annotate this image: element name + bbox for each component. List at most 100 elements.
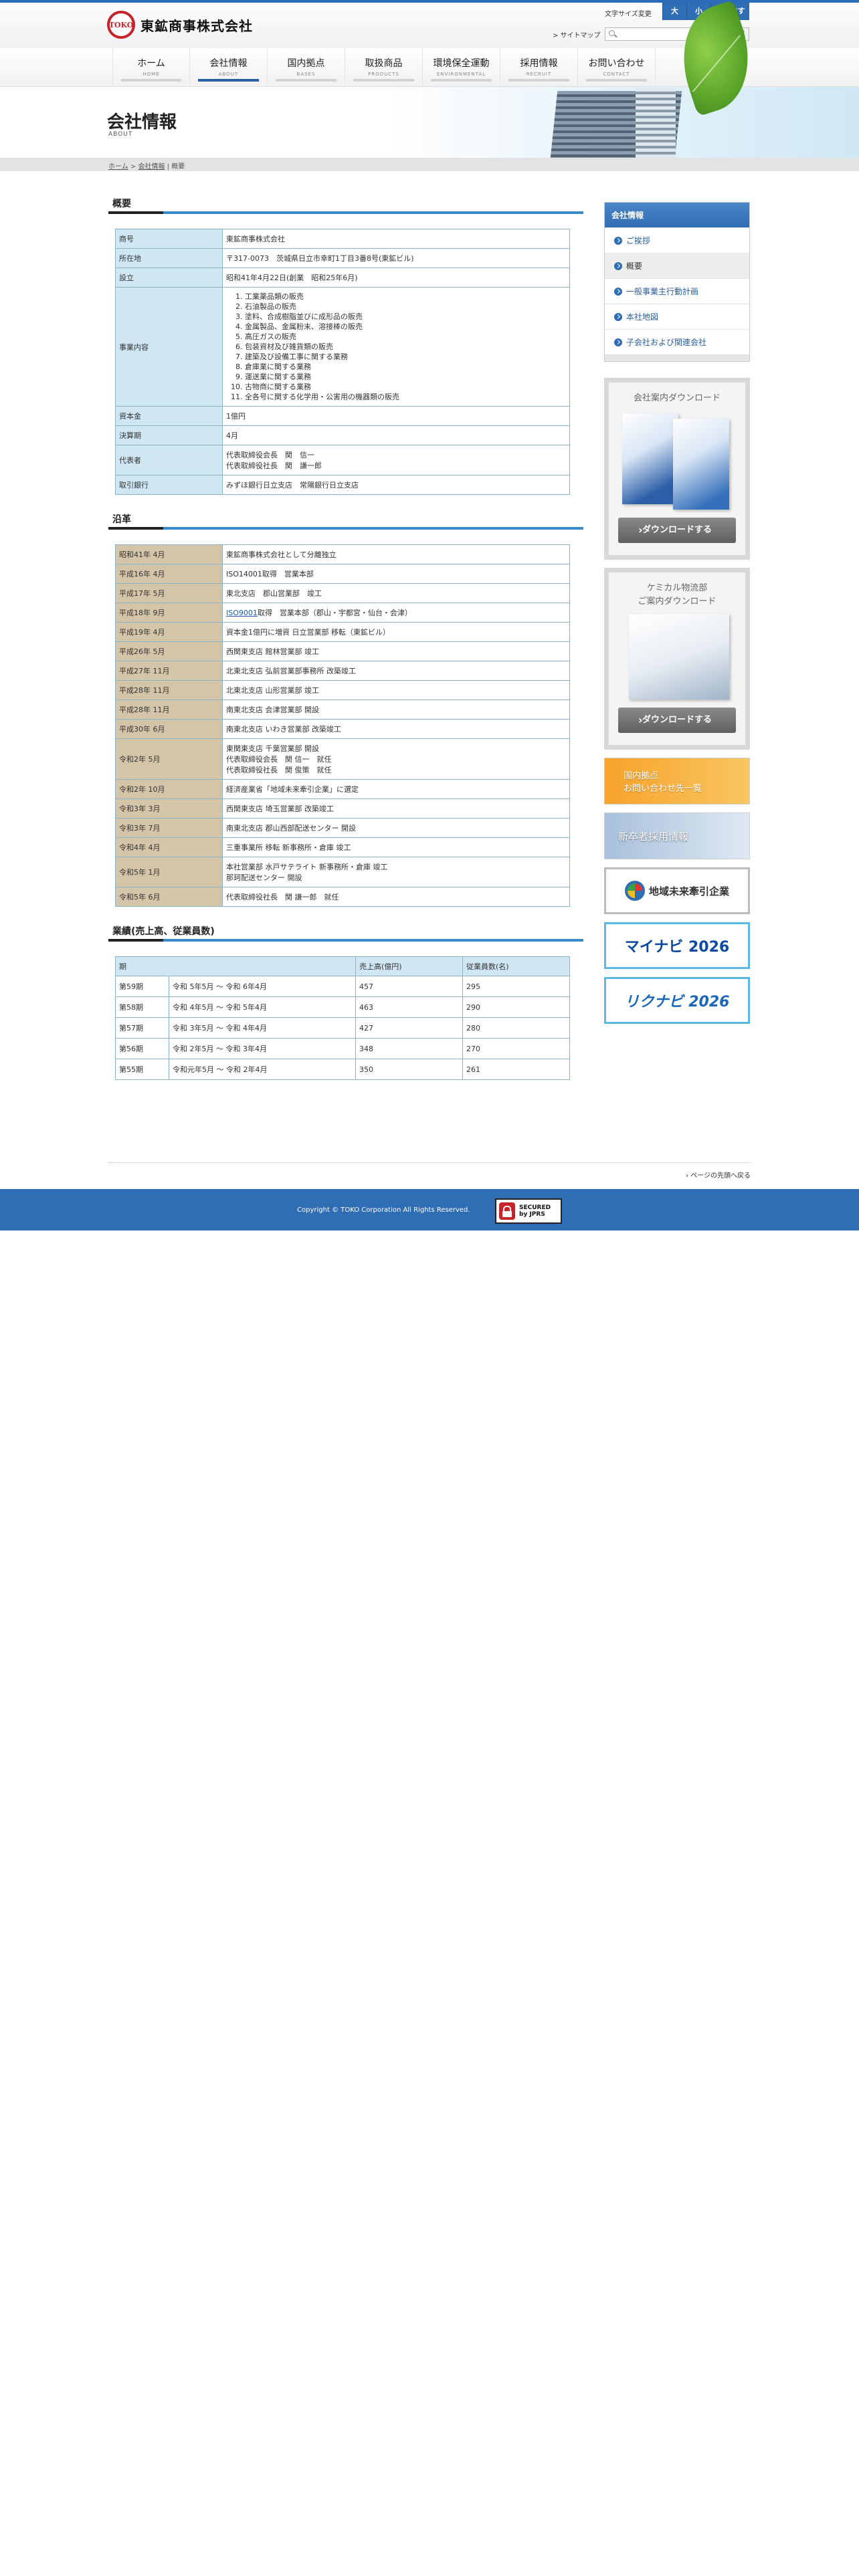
banner-text: リクナビ 2026 xyxy=(624,994,730,1010)
page-top-bar: › ページの先頭へ戻る xyxy=(108,1162,751,1180)
sidebar-item-overview[interactable]: 概要 xyxy=(605,253,749,278)
banner-text: 地域未来牽引企業 xyxy=(648,885,729,897)
row-label: 資本金 xyxy=(115,406,223,426)
row-value: 代表取締役会長 関 信一 代表取締役社長 関 謙一郎 xyxy=(222,445,570,475)
results-period: 令和 4年5月 ～ 令和 5年4月 xyxy=(169,996,356,1018)
nav-sublabel: ABOUT xyxy=(218,72,239,77)
nav-label: 国内拠点 xyxy=(287,58,325,69)
sidebar-item-greeting[interactable]: ご挨拶 xyxy=(605,227,749,253)
history-event: 南東北支店 郡山西部配送センター 開設 xyxy=(222,818,570,838)
ssl-line: by JPRS xyxy=(519,1211,545,1218)
sidebar-item-label: 一般事業主行動計画 xyxy=(626,287,699,296)
table-row: 第59期 令和 5年5月 ～ 令和 6年4月 457 295 xyxy=(115,976,570,997)
history-date: 令和3年 7月 xyxy=(115,818,223,838)
history-date: 平成28年 11月 xyxy=(115,700,223,720)
iso9001-link[interactable]: ISO9001 xyxy=(226,609,258,617)
table-row: 第57期 令和 3年5月 ～ 令和 4年4月 427 280 xyxy=(115,1017,570,1039)
history-event: 北東北支店 山形営業部 竣工 xyxy=(222,680,570,700)
results-period: 令和 2年5月 ～ 令和 3年4月 xyxy=(169,1038,356,1059)
breadcrumb-about[interactable]: 会社情報 xyxy=(138,163,165,171)
table-row: 令和5年 6月 代表取締役社長 関 謙一郎 就任 xyxy=(115,887,570,907)
row-value: 昭和41年4月22日(創業 昭和25年6月) xyxy=(222,267,570,288)
table-row: 設立 昭和41年4月22日(創業 昭和25年6月) xyxy=(115,267,570,288)
row-label: 代表者 xyxy=(115,445,223,475)
font-large-button[interactable]: 大 xyxy=(662,3,686,20)
sidebar-item-label: 子会社および関連会社 xyxy=(626,338,707,347)
banner-text: マイナビ 2026 xyxy=(624,939,730,956)
col-header: 従業員数(名) xyxy=(462,956,570,976)
breadcrumb-home[interactable]: ホーム xyxy=(108,163,128,171)
nav-label: 取扱商品 xyxy=(365,58,403,69)
building-image-2 xyxy=(636,88,676,158)
history-date: 平成28年 11月 xyxy=(115,680,223,700)
bases-contact-banner[interactable]: 国内拠点 お問い合わせ先一覧 xyxy=(604,758,750,804)
nav-label: ホーム xyxy=(137,58,165,69)
chemical-brochure-image xyxy=(629,614,729,700)
nav-products[interactable]: 取扱商品 PRODUCTS xyxy=(345,48,423,87)
nav-sublabel: HOME xyxy=(142,72,160,77)
business-item: 金属製品、金属粉末、溶接棒の販売 xyxy=(245,322,566,332)
page-top-label: ページの先頭へ戻る xyxy=(690,1172,751,1180)
history-date: 平成27年 11月 xyxy=(115,661,223,681)
company-name: 東鉱商事株式会社 xyxy=(140,17,253,34)
table-row: 平成30年 6月 南東北支店 いわき営業部 改築竣工 xyxy=(115,719,570,739)
results-table: 期 売上高(億円) 従業員数(名) 第59期 令和 5年5月 ～ 令和 6年4月 4… xyxy=(115,956,570,1080)
section-heading-overview: 概要 xyxy=(108,194,583,214)
results-period: 令和 3年5月 ～ 令和 4年4月 xyxy=(169,1017,356,1039)
ssl-seal[interactable]: SECURED by JPRS xyxy=(495,1198,562,1224)
table-row: 第56期 令和 2年5月 ～ 令和 3年4月 348 270 xyxy=(115,1038,570,1059)
table-row: 令和4年 4月 三重事業所 移転 新事務所・倉庫 竣工 xyxy=(115,837,570,857)
sidebar-item-subsidiaries[interactable]: 子会社および関連会社 xyxy=(605,329,749,354)
mynavi-banner[interactable]: マイナビ 2026 xyxy=(604,922,750,969)
history-event: 西関東支店 館林営業部 竣工 xyxy=(222,641,570,661)
history-event: 東鉱商事株式会社として分離独立 xyxy=(222,544,570,564)
rikunabi-banner[interactable]: リクナビ 2026 xyxy=(604,977,750,1024)
brochure-download-button[interactable]: ダウンロードする xyxy=(618,518,736,543)
download-title: 会社案内ダウンロード xyxy=(633,393,721,403)
row-value: 東鉱商事株式会社 xyxy=(222,229,570,249)
regional-leader-banner[interactable]: 地域未来牽引企業 xyxy=(604,867,750,914)
download-title-line: ご案内ダウンロード xyxy=(638,597,717,607)
history-date: 平成18年 9月 xyxy=(115,603,223,623)
nav-recruit[interactable]: 採用情報 RECRUIT xyxy=(500,48,578,87)
download-title: ケミカル物流部 ご案内ダウンロード xyxy=(609,582,745,609)
table-row: 平成28年 11月 南東北支店 会津営業部 開設 xyxy=(115,700,570,720)
nav-bases[interactable]: 国内拠点 BASES xyxy=(268,48,345,87)
nav-about[interactable]: 会社情報 ABOUT xyxy=(190,48,268,87)
history-event: ISO9001取得 営業本部（郡山・宇都宮・仙台・会津） xyxy=(222,603,570,623)
chemical-download-button[interactable]: ダウンロードする xyxy=(618,708,736,733)
table-row: 平成27年 11月 北東北支店 弘前営業部事務所 改築竣工 xyxy=(115,661,570,681)
nav-sublabel: BASES xyxy=(296,72,316,77)
nav-environment[interactable]: 環境保全運動 ENVIRONMENTAL xyxy=(423,48,500,87)
history-date: 令和2年 10月 xyxy=(115,779,223,799)
nav-sublabel: CONTACT xyxy=(603,72,630,77)
nav-sublabel: ENVIRONMENTAL xyxy=(436,72,486,77)
nav-home[interactable]: ホーム HOME xyxy=(112,48,190,87)
row-label: 取引銀行 xyxy=(115,475,223,495)
history-date: 平成26年 5月 xyxy=(115,641,223,661)
recruit-banner[interactable]: 新卒者採用情報 xyxy=(604,813,750,859)
arrow-circle-icon xyxy=(614,338,622,346)
results-employees: 295 xyxy=(462,976,570,997)
sidebar-menu: 会社情報 ご挨拶 概要 一般事業主行動計画 本社地図 子会社および関連会社 xyxy=(604,202,750,362)
arrow-circle-icon xyxy=(614,236,622,245)
business-item: 工業薬品類の販売 xyxy=(245,292,566,302)
heading-text: 沿革 xyxy=(112,514,131,525)
main-content: 概要 商号 東鉱商事株式会社 所在地 〒317-0073 茨城県日立市幸町1丁目3番… xyxy=(108,194,583,1080)
sidebar-item-action-plan[interactable]: 一般事業主行動計画 xyxy=(605,278,749,304)
sidebar-item-map[interactable]: 本社地図 xyxy=(605,304,749,329)
results-sales: 350 xyxy=(355,1059,463,1080)
history-date: 令和5年 6月 xyxy=(115,887,223,907)
site-logo[interactable]: TOKO 東鉱商事株式会社 xyxy=(107,11,253,39)
nav-contact[interactable]: お問い合わせ CONTACT xyxy=(578,48,656,87)
history-date: 平成17年 5月 xyxy=(115,583,223,603)
results-employees: 270 xyxy=(462,1038,570,1059)
page-top-link[interactable]: › ページの先頭へ戻る xyxy=(686,1172,751,1180)
toko-logo-icon: TOKO xyxy=(107,11,135,39)
row-value: 〒317-0073 茨城県日立市幸町1丁目3番8号(東鉱ビル) xyxy=(222,248,570,268)
ssl-line: SECURED xyxy=(519,1204,551,1211)
sitemap-link[interactable]: > サイトマップ xyxy=(553,29,601,39)
breadcrumb: ホーム > 会社情報 | 概要 xyxy=(108,160,185,171)
results-sales: 463 xyxy=(355,996,463,1018)
results-sales: 348 xyxy=(355,1038,463,1059)
